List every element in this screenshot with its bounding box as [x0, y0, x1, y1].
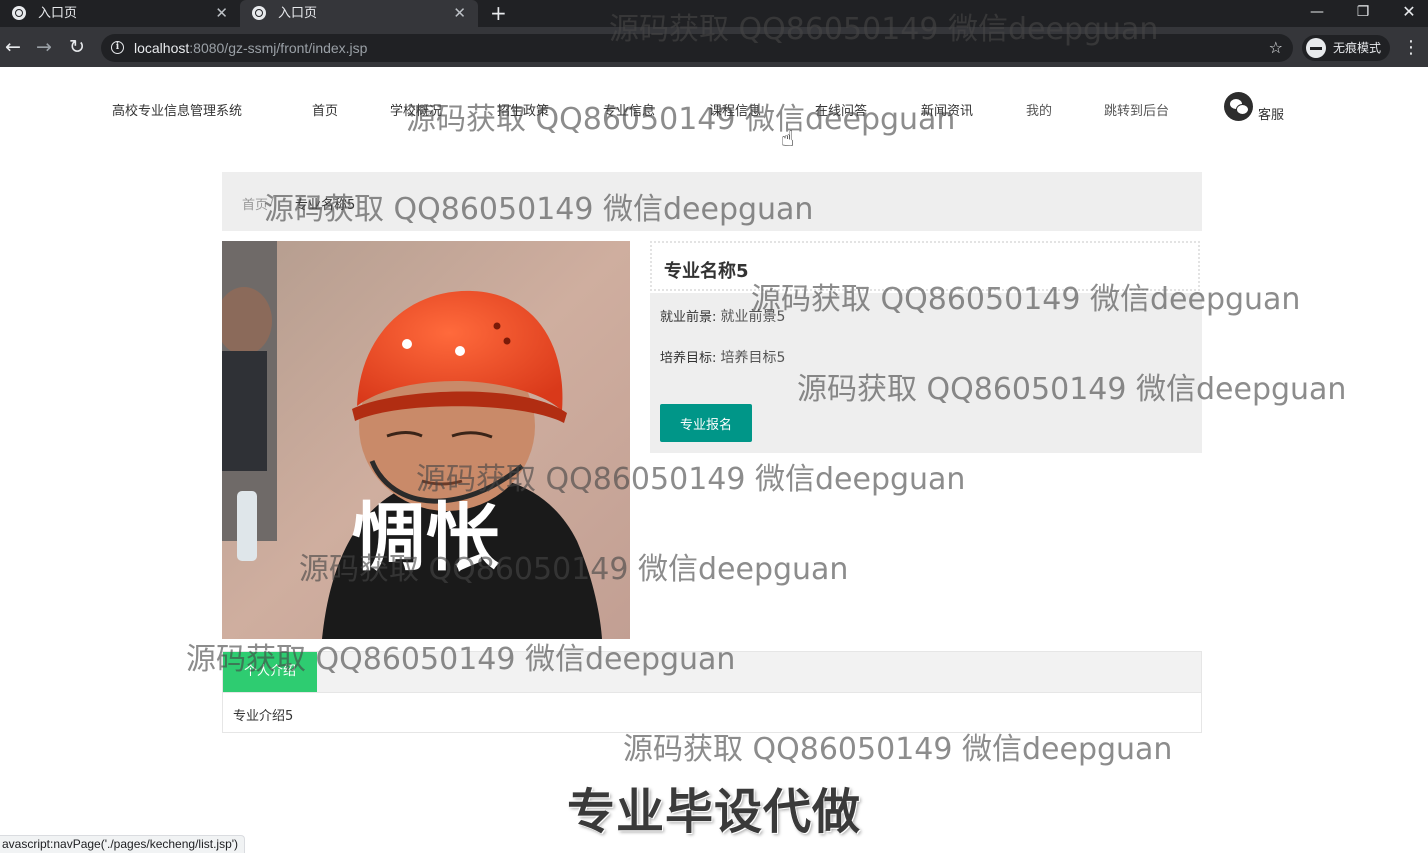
- nav-home[interactable]: 首页: [312, 100, 338, 119]
- nav-admission-policy[interactable]: 招生政策: [497, 100, 549, 119]
- bookmark-star-icon[interactable]: ☆: [1269, 34, 1283, 62]
- restore-icon[interactable]: ❐: [1340, 0, 1386, 27]
- prospect-row: 就业前景: 就业前景5: [660, 306, 785, 326]
- nav-school-overview[interactable]: 学校概况: [390, 100, 442, 119]
- customer-service-link[interactable]: 客服: [1258, 104, 1284, 123]
- breadcrumb-current: 专业名称5: [295, 198, 356, 213]
- tab-intro[interactable]: 个人介绍: [223, 652, 317, 692]
- breadcrumb-separator: /: [270, 194, 275, 209]
- url-text[interactable]: localhost:8080/gz-ssmj/front/index.jsp: [134, 34, 367, 62]
- browser-tab-title: 入口页: [38, 6, 78, 21]
- prospect-value: 就业前景5: [720, 309, 786, 325]
- nav-course-info[interactable]: 课程信息: [709, 100, 761, 119]
- incognito-indicator[interactable]: 无痕模式: [1302, 35, 1390, 61]
- goal-row: 培养目标: 培养目标5: [660, 347, 785, 367]
- nav-admin[interactable]: 跳转到后台: [1104, 100, 1169, 119]
- prospect-label: 就业前景:: [660, 310, 717, 325]
- breadcrumb-home[interactable]: 首页: [242, 194, 268, 213]
- window-close-icon[interactable]: ✕: [1386, 0, 1428, 27]
- wechat-icon[interactable]: [1224, 92, 1253, 121]
- breadcrumb: 首页 / 专业名称5: [222, 172, 1202, 231]
- browser-menu-icon[interactable]: ⋮: [1402, 34, 1420, 62]
- detail-panel: 就业前景: 就业前景5 培养目标: 培养目标5 专业报名: [650, 293, 1202, 453]
- goal-label: 培养目标:: [660, 351, 717, 366]
- nav-news[interactable]: 新闻资讯: [921, 100, 973, 119]
- intro-card: 个人介绍 专业介绍5: [222, 651, 1202, 733]
- promo-banner: 专业毕设代做: [567, 784, 862, 840]
- nav-mine[interactable]: 我的: [1026, 100, 1052, 119]
- enroll-button[interactable]: 专业报名: [660, 404, 752, 442]
- status-bar-url: avascript:navPage('./pages/kecheng/list.…: [0, 835, 246, 853]
- browser-tab-strip: 入口页 ✕ 入口页 ✕ + — ❐ ✕: [0, 0, 1428, 27]
- reload-icon[interactable]: ↻: [69, 35, 85, 59]
- hand-cursor-icon: ☝: [781, 127, 795, 152]
- incognito-label: 无痕模式: [1333, 41, 1382, 55]
- incognito-icon: [1306, 38, 1326, 58]
- major-title: 专业名称5: [664, 261, 749, 282]
- new-tab-icon[interactable]: +: [490, 0, 507, 26]
- globe-icon: [252, 6, 266, 20]
- nav-major-info[interactable]: 专业信息: [603, 100, 655, 119]
- browser-tab-title: 入口页: [278, 6, 318, 21]
- browser-tab[interactable]: 入口页 ✕: [0, 0, 240, 27]
- goal-value: 培养目标5: [720, 350, 786, 366]
- browser-tab-active[interactable]: 入口页 ✕: [240, 0, 478, 27]
- forward-icon[interactable]: →: [36, 35, 52, 59]
- info-icon[interactable]: i: [111, 41, 124, 54]
- site-title: 高校专业信息管理系统: [112, 104, 243, 119]
- intro-text: 专业介绍5: [233, 709, 294, 724]
- minimize-icon[interactable]: —: [1294, 0, 1340, 27]
- nav-online-qa[interactable]: 在线问答: [815, 100, 867, 119]
- photo-caption: 惆怅: [352, 495, 500, 581]
- close-icon[interactable]: ✕: [453, 0, 466, 27]
- back-icon[interactable]: ←: [5, 35, 21, 59]
- close-icon[interactable]: ✕: [215, 0, 228, 27]
- globe-icon: [12, 6, 26, 20]
- major-image: 惆怅: [222, 241, 630, 639]
- watermark: 源码获取 QQ86050149 微信deepguan: [406, 102, 956, 137]
- intro-tab-bar: 个人介绍: [223, 652, 1201, 693]
- address-bar[interactable]: i localhost:8080/gz-ssmj/front/index.jsp…: [101, 34, 1293, 62]
- detail-header: 专业名称5: [650, 241, 1200, 291]
